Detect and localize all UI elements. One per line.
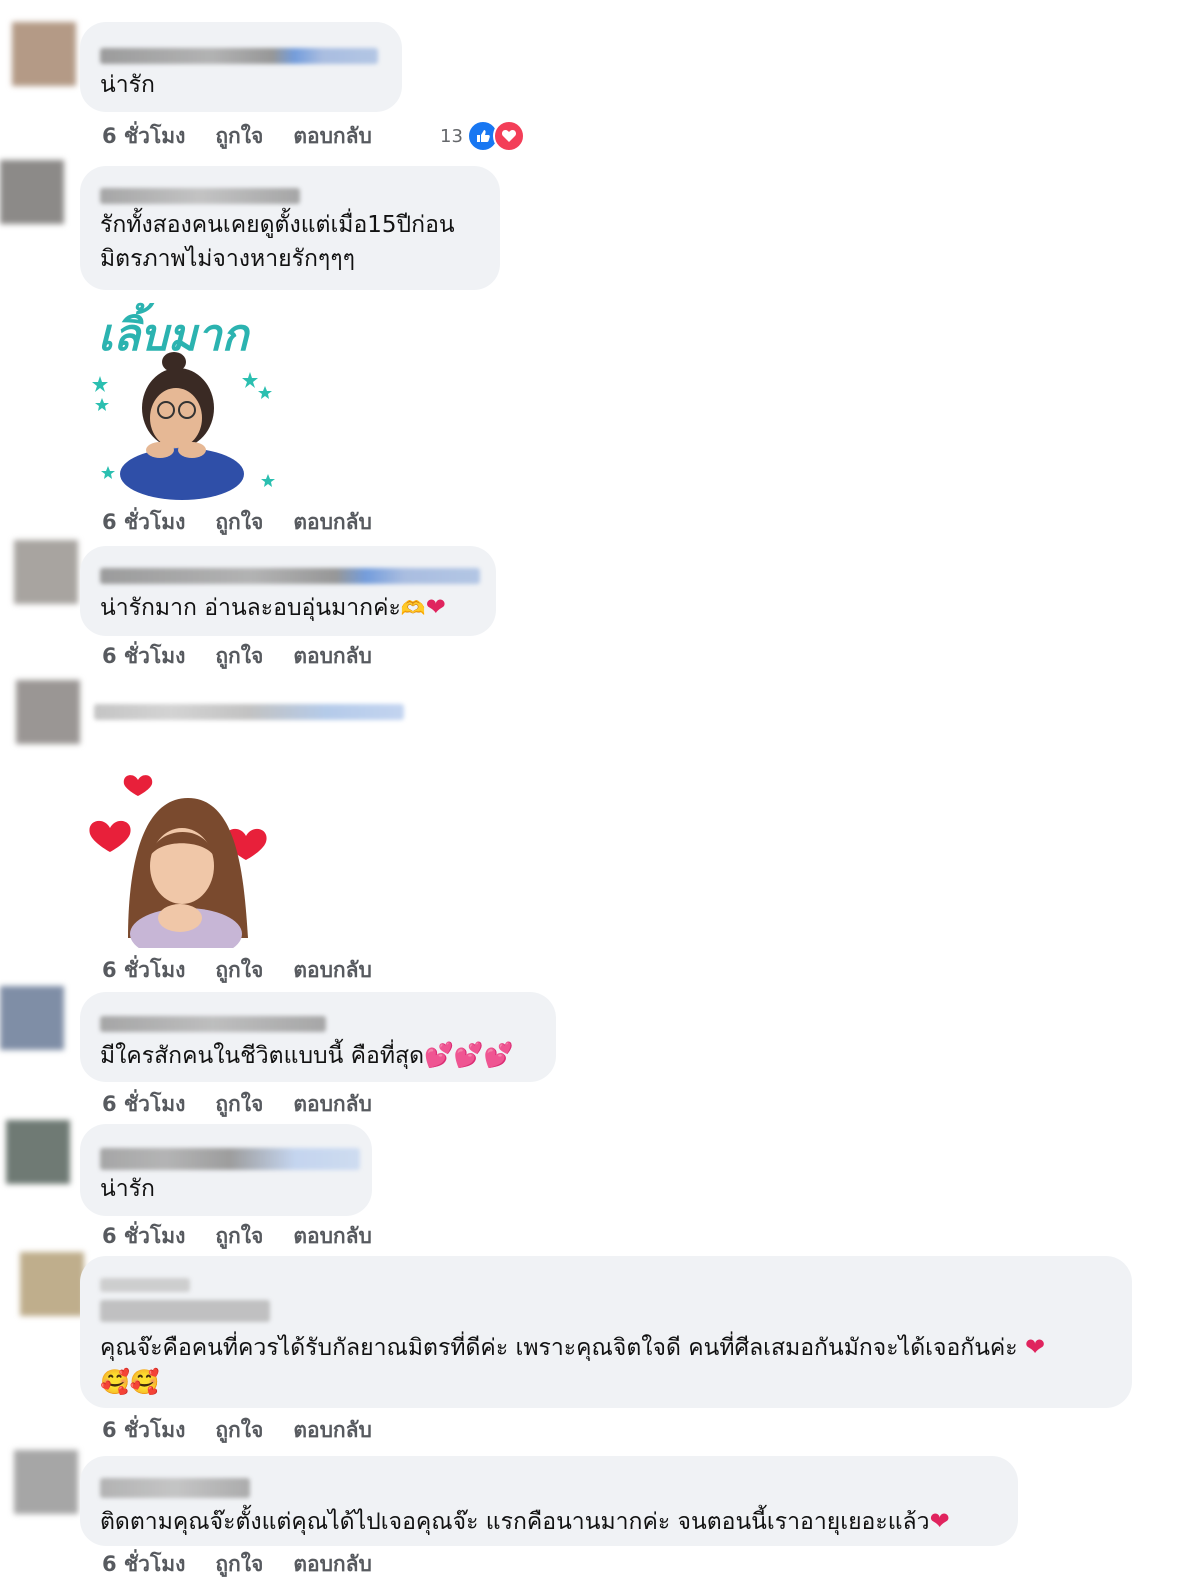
avatar[interactable] (6, 1120, 70, 1184)
avatar[interactable] (14, 1450, 78, 1514)
comment-bubble: น่ารัก (80, 1124, 372, 1216)
comment-text: คุณจ๊ะคือคนที่ควรได้รับกัลยาณมิตรที่ดีค่… (100, 1330, 1112, 1365)
reply-button[interactable]: ตอบกลับ (293, 120, 372, 153)
comment-bubble: ติดตามคุณจ๊ะตั้งแต่คุณได้ไปเจอคุณจ๊ะ แรก… (80, 1456, 1018, 1546)
comment-bubble: คุณจ๊ะคือคนที่ควรได้รับกัลยาณมิตรที่ดีค่… (80, 1256, 1132, 1408)
comment-text: มีใครสักคนในชีวิตแบบนี้ คือที่สุด💕💕💕 (100, 1038, 536, 1073)
timestamp[interactable]: 6 ชั่วโมง (102, 1414, 185, 1447)
comment-text: ติดตามคุณจ๊ะตั้งแต่คุณได้ไปเจอคุณจ๊ะ แรก… (100, 1504, 998, 1539)
reply-button[interactable]: ตอบกลับ (293, 954, 372, 987)
commenter-name[interactable] (100, 568, 480, 584)
commenter-name[interactable] (100, 1478, 250, 1498)
timestamp[interactable]: 6 ชั่วโมง (102, 506, 185, 539)
heart-emoji: ❤ (425, 593, 446, 621)
avatar[interactable] (16, 680, 80, 744)
avatar[interactable] (20, 1252, 84, 1316)
reaction-summary[interactable]: 13 (440, 120, 525, 152)
comment-actions: 6 ชั่วโมง ถูกใจ ตอบกลับ (102, 1088, 372, 1121)
commenter-name[interactable] (100, 1278, 190, 1292)
reply-button[interactable]: ตอบกลับ (293, 1088, 372, 1121)
comment-text-content: ติดตามคุณจ๊ะตั้งแต่คุณได้ไปเจอคุณจ๊ะ แรก… (100, 1509, 930, 1535)
comment-bubble: น่ารัก (80, 22, 402, 112)
timestamp[interactable]: 6 ชั่วโมง (102, 1548, 185, 1581)
avatar[interactable] (0, 986, 64, 1050)
timestamp[interactable]: 6 ชั่วโมง (102, 1088, 185, 1121)
comment-text-content: น่ารักมาก อ่านละอบอุ่นมากค่ะ (100, 595, 401, 621)
avatar[interactable] (14, 540, 78, 604)
comment-actions: 6 ชั่วโมง ถูกใจ ตอบกลับ (102, 120, 372, 153)
comment-actions: 6 ชั่วโมง ถูกใจ ตอบกลับ (102, 1414, 372, 1447)
timestamp[interactable]: 6 ชั่วโมง (102, 640, 185, 673)
love-reaction-icon (492, 120, 525, 152)
commenter-name[interactable] (100, 1148, 360, 1170)
reply-button[interactable]: ตอบกลับ (293, 506, 372, 539)
comment-text-content: มีใครสักคนในชีวิตแบบนี้ คือที่สุด (100, 1043, 425, 1069)
reply-button[interactable]: ตอบกลับ (293, 640, 372, 673)
commenter-name[interactable] (100, 1016, 326, 1032)
timestamp[interactable]: 6 ชั่วโมง (102, 1220, 185, 1253)
commenter-name[interactable] (94, 704, 404, 720)
like-button[interactable]: ถูกใจ (215, 120, 263, 153)
like-button[interactable]: ถูกใจ (215, 1220, 263, 1253)
comment-text-line-1: รักทั้งสองคนเคยดูตั้งแต่เมื่อ15ปีก่อน (100, 212, 455, 238)
comment-actions: 6 ชั่วโมง ถูกใจ ตอบกลับ (102, 1220, 372, 1253)
avatar[interactable] (12, 22, 76, 86)
hands-heart-emoji: 🫶 (400, 596, 426, 620)
comment-text: น่ารัก (100, 1176, 155, 1202)
smiling-hearts-emoji: 🥰🥰 (100, 1368, 160, 1396)
comment-text: น่ารักมาก อ่านละอบอุ่นมากค่ะ🫶❤ (100, 590, 476, 625)
comment-bubble: รักทั้งสองคนเคยดูตั้งแต่เมื่อ15ปีก่อน มิ… (80, 166, 500, 290)
reaction-count: 13 (440, 125, 463, 147)
reply-button[interactable]: ตอบกลับ (293, 1220, 372, 1253)
reply-button[interactable]: ตอบกลับ (293, 1414, 372, 1447)
comment-text-line-2: มิตรภาพไม่จางหายรักๆๆๆ (100, 246, 355, 272)
like-button[interactable]: ถูกใจ (215, 506, 263, 539)
comment-text: น่ารัก (100, 72, 155, 98)
reply-button[interactable]: ตอบกลับ (293, 1548, 372, 1581)
comment-actions: 6 ชั่วโมง ถูกใจ ตอบกลับ (102, 640, 372, 673)
heart-emoji: ❤ (1024, 1333, 1046, 1361)
timestamp[interactable]: 6 ชั่วโมง (102, 954, 185, 987)
comment-text-content: คุณจ๊ะคือคนที่ควรได้รับกัลยาณมิตรที่ดีค่… (100, 1335, 1018, 1361)
comment-actions: 6 ชั่วโมง ถูกใจ ตอบกลับ (102, 506, 372, 539)
comment-bubble: น่ารักมาก อ่านละอบอุ่นมากค่ะ🫶❤ (80, 546, 496, 636)
like-button[interactable]: ถูกใจ (215, 1548, 263, 1581)
like-button[interactable]: ถูกใจ (215, 954, 263, 987)
like-button[interactable]: ถูกใจ (215, 1088, 263, 1121)
commenter-name[interactable] (100, 188, 300, 204)
heart-emoji: ❤ (929, 1507, 950, 1535)
avatar[interactable] (0, 160, 64, 224)
comment-actions: 6 ชั่วโมง ถูกใจ ตอบกลับ (102, 1548, 372, 1581)
sticker-image[interactable]: เลิ้บมาก (90, 298, 290, 508)
timestamp[interactable]: 6 ชั่วโมง (102, 120, 185, 153)
sticker-image[interactable] (88, 758, 278, 960)
like-button[interactable]: ถูกใจ (215, 640, 263, 673)
comment-bubble: มีใครสักคนในชีวิตแบบนี้ คือที่สุด💕💕💕 (80, 992, 556, 1082)
commenter-name[interactable] (100, 48, 378, 64)
comment-actions: 6 ชั่วโมง ถูกใจ ตอบกลับ (102, 954, 372, 987)
commenter-name-line-2 (100, 1300, 270, 1322)
two-hearts-emoji: 💕💕💕 (424, 1041, 514, 1069)
like-button[interactable]: ถูกใจ (215, 1414, 263, 1447)
